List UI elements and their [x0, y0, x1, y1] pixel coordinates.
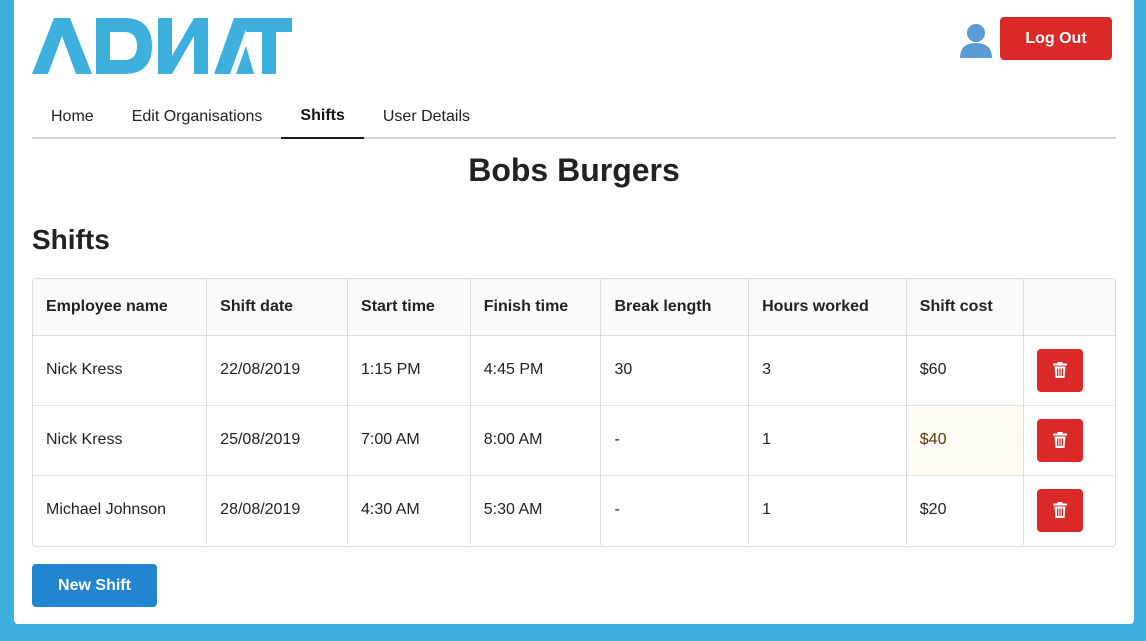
column-header-break-length: Break length: [600, 279, 749, 336]
cell-shift-date: 25/08/2019: [206, 404, 348, 475]
cell-shift-date: 22/08/2019: [206, 335, 348, 405]
cell-break-length: 30: [600, 335, 749, 405]
nav-item-user-details[interactable]: User Details: [364, 94, 489, 139]
cell-finish-time: 8:00 AM: [469, 404, 601, 475]
cell-break-length: -: [600, 404, 749, 475]
table-row: Michael Johnson 28/08/2019 4:30 AM 5:30 …: [33, 474, 1115, 545]
delete-shift-button[interactable]: [1036, 418, 1083, 462]
cell-employee-name: Nick Kress: [46, 361, 123, 378]
tanda-logo: [32, 16, 292, 76]
nav-item-home[interactable]: Home: [32, 94, 113, 139]
cell-hours-worked: 1: [748, 474, 907, 545]
trash-icon: [1052, 502, 1067, 519]
cell-break-length: -: [600, 474, 749, 545]
trash-icon: [1052, 432, 1067, 448]
nav-item-shifts[interactable]: Shifts: [281, 94, 364, 139]
delete-shift-button[interactable]: [1036, 348, 1083, 392]
column-header-shift-cost: Shift cost: [905, 279, 1024, 336]
shifts-section-title: Shifts: [32, 224, 110, 255]
cell-start-time: 7:00 AM: [347, 404, 471, 475]
column-header-employee-name: Employee name: [33, 279, 207, 336]
shifts-table-container: Employee name Shift date Start time Fini…: [32, 278, 1116, 547]
cell-start-time: 1:15 PM: [347, 335, 471, 405]
new-shift-button[interactable]: New Shift: [32, 564, 157, 607]
cell-hours-worked: 3: [748, 335, 907, 405]
column-header-hours-worked: Hours worked: [748, 279, 907, 336]
trash-icon: [1052, 362, 1067, 378]
shifts-table: Employee name Shift date Start time Fini…: [33, 279, 1115, 545]
cell-start-time: 4:30 AM: [347, 474, 471, 545]
cell-finish-time: 5:30 AM: [469, 474, 601, 545]
cell-shift-date: 28/08/2019: [206, 474, 348, 545]
nav-item-edit-organisations[interactable]: Edit Organisations: [113, 94, 282, 139]
cell-actions: [1022, 335, 1115, 405]
cell-employee-name: Michael Johnson: [33, 474, 207, 545]
cell-finish-time: 4:45 PM: [469, 335, 601, 405]
cell-employee-name: Nick Kress: [33, 404, 207, 475]
delete-shift-button[interactable]: [1036, 488, 1083, 532]
cell-shift-cost: $20: [905, 474, 1024, 545]
user-icon[interactable]: [958, 22, 994, 58]
organisation-title: Bobs Burgers: [468, 152, 680, 188]
column-header-start-time: Start time: [347, 279, 471, 336]
column-header-actions: [1022, 279, 1115, 336]
main-card: Log Out Home Edit Organisations Shifts U…: [14, 0, 1134, 624]
cell-actions: [1022, 474, 1115, 545]
cell-shift-cost: $60: [905, 335, 1024, 405]
cell-shift-cost-warning: $40: [905, 404, 1024, 475]
main-nav: Home Edit Organisations Shifts User Deta…: [32, 94, 1116, 139]
cell-actions: [1022, 404, 1115, 475]
column-header-finish-time: Finish time: [469, 279, 601, 336]
logout-button[interactable]: Log Out: [1000, 17, 1112, 60]
table-row: Nick Kress 22/08/2019 1:15 PM 4:45 PM 30…: [33, 335, 1115, 405]
table-row: Nick Kress 25/08/2019 7:00 AM 8:00 AM - …: [33, 404, 1115, 475]
column-header-shift-date: Shift date: [206, 279, 348, 336]
table-header-row: Employee name Shift date Start time Fini…: [33, 279, 1115, 336]
cell-hours-worked: 1: [748, 404, 907, 475]
